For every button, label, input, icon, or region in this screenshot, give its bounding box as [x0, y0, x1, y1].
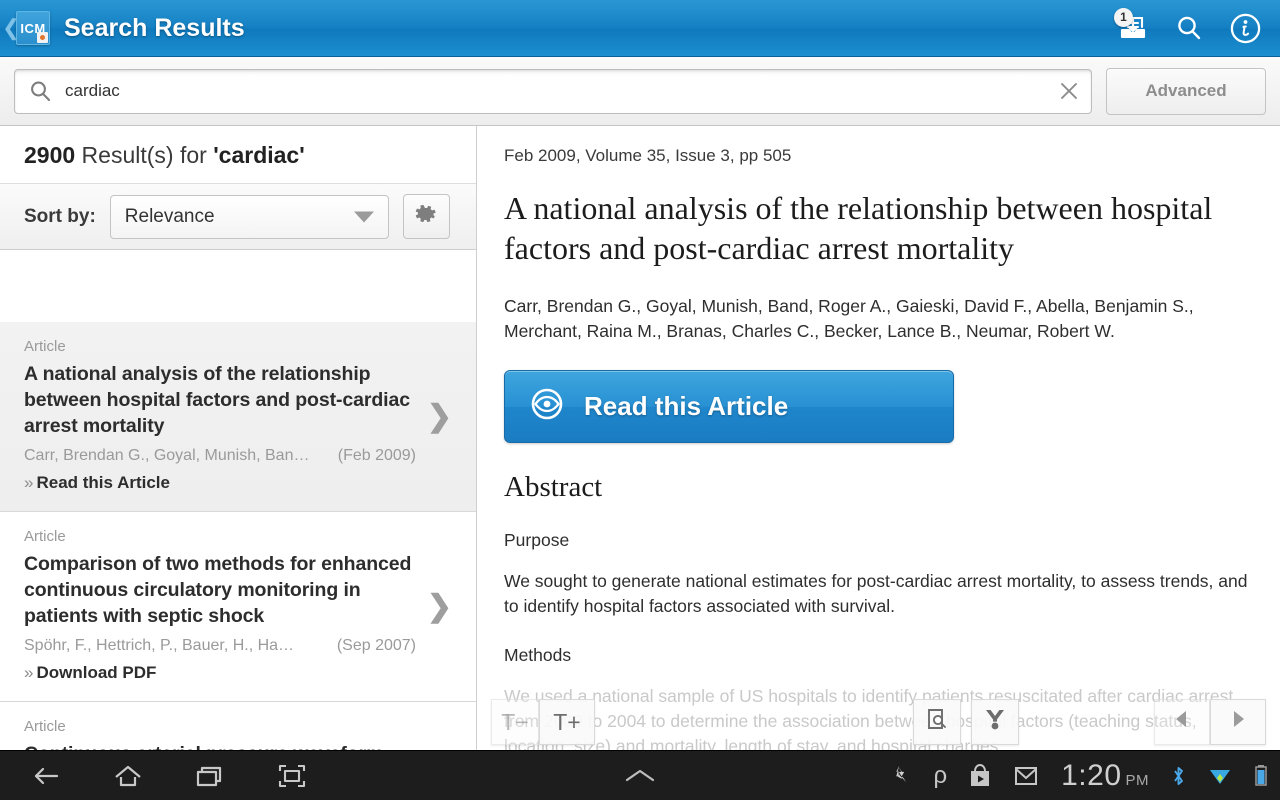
home-icon[interactable]	[108, 756, 148, 796]
recycle-icon[interactable]	[885, 764, 911, 788]
clear-search-button[interactable]	[1047, 70, 1091, 113]
logo-corner-badge-icon	[37, 32, 48, 43]
expand-up-icon[interactable]	[620, 756, 660, 796]
result-title: A national analysis of the relationship …	[24, 363, 410, 437]
result-kind: Article	[24, 718, 66, 735]
result-action-link[interactable]: » Download PDF	[24, 663, 416, 683]
gmail-icon[interactable]	[1013, 765, 1039, 787]
result-item-2[interactable]: Article Comparison of two methods for en…	[0, 512, 476, 702]
search-bar: Advanced	[0, 57, 1280, 126]
abstract-purpose-text: We sought to generate national estimates…	[504, 571, 1248, 616]
font-size-group: T− T+	[491, 699, 595, 745]
back-chevron-icon[interactable]: ❮	[2, 17, 20, 39]
read-article-label: Read this Article	[584, 391, 789, 421]
result-item-3[interactable]: Article Continuous arterial pressure wav…	[0, 702, 476, 750]
wifi-icon	[1208, 765, 1232, 787]
abstract-methods-label: Methods	[504, 645, 572, 665]
result-item-1[interactable]: Article A national analysis of the relat…	[0, 322, 476, 512]
chevron-right-icon[interactable]: ❯	[427, 591, 452, 622]
screenshot-icon[interactable]	[272, 756, 312, 796]
play-store-icon[interactable]	[969, 763, 991, 788]
sort-by-label: Sort by:	[24, 205, 96, 227]
sort-bar: Sort by: Relevance	[0, 184, 476, 250]
result-date: (Sep 2007)	[336, 637, 416, 654]
share-icon	[983, 707, 1007, 737]
abstract-methods-text: We used a national sample of US hospital…	[504, 686, 1234, 750]
read-article-button[interactable]: Read this Article	[504, 370, 954, 443]
article-pane: Feb 2009, Volume 35, Issue 3, pp 505 A n…	[477, 126, 1280, 750]
chevron-right-icon[interactable]: ❯	[427, 401, 452, 432]
advanced-search-button[interactable]: Advanced	[1106, 67, 1266, 115]
back-arrow-icon[interactable]	[26, 756, 66, 796]
system-clock: 1:20 PM	[1061, 759, 1149, 793]
recent-apps-icon[interactable]	[190, 756, 230, 796]
result-authors: Spöhr, F., Hettrich, P., Bauer, H., Ha…	[24, 637, 295, 654]
search-icon[interactable]	[1172, 11, 1206, 45]
result-date: (Feb 2009)	[337, 447, 416, 464]
guillemet-icon: »	[24, 473, 34, 492]
search-field[interactable]	[14, 68, 1092, 114]
article-nav-group	[1154, 699, 1266, 745]
result-meta: Carr, Brendan G., Goyal, Munish, Ban… (F…	[24, 447, 416, 465]
chevron-down-icon	[353, 211, 374, 222]
app-logo[interactable]: ICM	[16, 11, 50, 45]
sort-by-select[interactable]: Relevance	[109, 194, 389, 239]
abstract-heading: Abstract	[504, 471, 603, 503]
content-area: 2900 Result(s) for 'cardiac' Sort by: Re…	[0, 126, 1280, 750]
settings-button[interactable]	[402, 194, 450, 239]
search-input[interactable]	[65, 81, 1047, 101]
search-icon	[28, 79, 53, 104]
clock-time: 1:20	[1061, 758, 1122, 792]
article-authors: Carr, Brendan G., Goyal, Munish, Band, R…	[504, 296, 1194, 341]
result-authors: Carr, Brendan G., Goyal, Munish, Ban…	[24, 447, 310, 464]
prev-article-button[interactable]	[1154, 699, 1210, 745]
result-kind: Article	[24, 528, 66, 545]
clock-ampm: PM	[1125, 771, 1149, 789]
system-tray: ρ 1:20 PM	[885, 759, 1280, 793]
titlebar-actions: 1	[1114, 8, 1280, 45]
result-kind: Article	[24, 338, 66, 355]
bluetooth-icon	[1171, 764, 1186, 788]
article-source: Feb 2009, Volume 35, Issue 3, pp 505	[504, 146, 792, 165]
eye-icon	[526, 383, 568, 430]
font-decrease-button[interactable]: T−	[491, 699, 539, 745]
article-detail: Feb 2009, Volume 35, Issue 3, pp 505 A n…	[477, 126, 1280, 750]
result-action-label: Read this Article	[36, 473, 170, 492]
battery-icon	[1254, 764, 1268, 788]
results-query: 'cardiac'	[213, 142, 305, 168]
gear-icon	[414, 202, 439, 232]
result-list[interactable]: Article A national analysis of the relat…	[0, 322, 476, 750]
result-action-link[interactable]: » Read this Article	[24, 473, 416, 493]
info-icon[interactable]	[1228, 11, 1262, 45]
next-article-button[interactable]	[1210, 699, 1266, 745]
results-pane: 2900 Result(s) for 'cardiac' Sort by: Re…	[0, 126, 477, 750]
find-in-page-button[interactable]	[913, 699, 961, 745]
guillemet-icon: »	[24, 663, 34, 682]
sort-by-value: Relevance	[124, 205, 215, 227]
abstract-purpose-label: Purpose	[504, 530, 570, 550]
results-count: 2900 Result(s) for 'cardiac'	[0, 126, 476, 184]
result-title: Comparison of two methods for enhanced c…	[24, 553, 412, 627]
advanced-search-label: Advanced	[1145, 81, 1227, 100]
page-title: Search Results	[64, 13, 245, 42]
find-in-page-icon	[925, 707, 949, 737]
result-meta: Spöhr, F., Hettrich, P., Bauer, H., Ha… …	[24, 637, 416, 655]
next-arrow-icon	[1227, 708, 1249, 736]
font-increase-button[interactable]: T+	[539, 699, 595, 745]
title-bar: ❮ ICM Search Results 1	[0, 0, 1280, 57]
article-title: A national analysis of the relationship …	[504, 190, 1213, 266]
rho-icon[interactable]: ρ	[933, 763, 947, 788]
system-nav-buttons	[0, 756, 312, 796]
share-button[interactable]	[971, 699, 1019, 745]
results-count-number: 2900	[24, 142, 76, 168]
prev-arrow-icon	[1171, 708, 1193, 736]
downloads-badge: 1	[1114, 8, 1133, 27]
results-count-suffix: Result(s) for	[75, 142, 214, 168]
result-action-label: Download PDF	[36, 663, 157, 682]
app-root: ❮ ICM Search Results 1 cardiac Advanced …	[0, 0, 1280, 800]
system-nav-bar: ρ 1:20 PM	[0, 750, 1280, 800]
result-title: Continuous arterial pressure waveform mo…	[24, 741, 416, 750]
downloads-inbox-button[interactable]: 1	[1114, 8, 1150, 45]
